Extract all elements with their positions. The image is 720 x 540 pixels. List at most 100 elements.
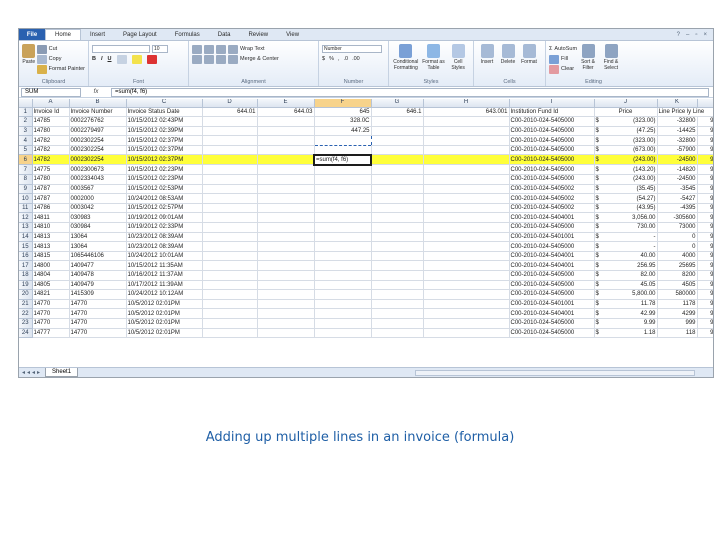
column-header-selected[interactable]: F [314, 99, 372, 108]
cell[interactable]: 9 [697, 251, 713, 262]
cell[interactable] [423, 116, 510, 127]
cell[interactable]: 0002000 [69, 193, 127, 204]
orientation-icon[interactable] [228, 44, 238, 54]
row-header[interactable]: 17 [19, 260, 33, 271]
cell[interactable]: 645 [314, 107, 372, 118]
cell[interactable] [314, 328, 372, 339]
cell[interactable] [257, 154, 315, 166]
cell[interactable]: -24500 [657, 154, 698, 166]
cell[interactable]: 14811 [32, 212, 70, 224]
cell[interactable]: 9 [697, 280, 713, 291]
cell[interactable]: 14800 [32, 260, 70, 271]
column-header[interactable]: G [371, 99, 424, 108]
cell[interactable] [371, 289, 424, 300]
cell[interactable]: $ (243.00) [594, 154, 658, 166]
cell[interactable]: 9 [697, 193, 713, 204]
cell[interactable] [371, 251, 424, 262]
cell[interactable] [257, 126, 315, 137]
cell[interactable] [423, 164, 510, 176]
cell[interactable] [371, 299, 424, 310]
cell[interactable]: 030984 [69, 222, 127, 233]
row-header[interactable]: 15 [19, 241, 33, 252]
cell[interactable] [314, 270, 372, 281]
name-box[interactable]: SUM [21, 87, 81, 97]
cell[interactable]: 10/5/2012 02:01PM [126, 328, 203, 339]
cell[interactable]: 0002302254 [69, 135, 127, 146]
column-header[interactable]: H [423, 99, 510, 108]
cell[interactable]: $256.95 [594, 260, 658, 271]
cell[interactable] [202, 193, 258, 204]
cell[interactable]: 14821 [32, 289, 70, 300]
cell[interactable]: $9.99 [594, 318, 658, 329]
cell[interactable] [314, 289, 372, 300]
italic-icon[interactable]: I [101, 56, 103, 62]
cell[interactable] [423, 270, 510, 281]
align-middle-icon[interactable] [204, 44, 214, 54]
cell[interactable] [423, 193, 510, 204]
cell[interactable] [202, 212, 258, 224]
cell[interactable]: 9 [697, 116, 713, 127]
cell[interactable] [423, 222, 510, 233]
cell[interactable]: 25695 [657, 260, 698, 271]
cell[interactable]: 14770 [32, 308, 70, 319]
cell[interactable]: C00-2010-024-5405000 [509, 270, 595, 281]
cell[interactable]: 14780 [32, 174, 70, 185]
cell[interactable]: 4505 [657, 280, 698, 291]
cell[interactable] [202, 184, 258, 195]
row-header[interactable]: 20 [19, 289, 33, 300]
cell[interactable]: 10/16/2012 11:37AM [126, 270, 203, 281]
cell[interactable]: 0002302254 [69, 154, 127, 166]
row-header[interactable]: 21 [19, 299, 33, 310]
cell[interactable] [314, 308, 372, 319]
cell[interactable]: 999 [657, 318, 698, 329]
cell[interactable]: 1415309 [69, 289, 127, 300]
row-header[interactable]: 8 [19, 174, 33, 185]
row-header[interactable]: 9 [19, 184, 33, 195]
cell[interactable]: 9 [697, 289, 713, 300]
cell[interactable] [423, 184, 510, 195]
cell[interactable]: 14785 [32, 116, 70, 127]
cell[interactable] [371, 174, 424, 185]
indent-icon[interactable] [228, 54, 238, 64]
cell[interactable] [257, 289, 315, 300]
cell[interactable]: -3545 [657, 184, 698, 195]
cell[interactable] [257, 241, 315, 252]
underline-icon[interactable]: U [108, 56, 112, 62]
cell[interactable]: $730.00 [594, 222, 658, 233]
cell[interactable]: -5427 [657, 193, 698, 204]
column-header[interactable]: D [202, 99, 258, 108]
cell[interactable] [257, 174, 315, 185]
cell[interactable]: 14813 [32, 241, 70, 252]
cell[interactable]: 10/17/2012 11:39AM [126, 280, 203, 291]
cell[interactable]: 14770 [32, 318, 70, 329]
cut-button[interactable]: Cut [36, 44, 85, 54]
sheet-nav-arrows[interactable]: ◂◂◂▸ [19, 369, 45, 376]
cell[interactable]: 14780 [32, 126, 70, 137]
cell[interactable] [423, 212, 510, 224]
cell[interactable] [202, 164, 258, 176]
cell[interactable] [257, 270, 315, 281]
cell[interactable]: 9 [697, 308, 713, 319]
cell[interactable] [423, 280, 510, 291]
cell[interactable]: 1409478 [69, 270, 127, 281]
cell[interactable]: $1.18 [594, 328, 658, 339]
cell[interactable] [257, 164, 315, 176]
cell[interactable] [314, 318, 372, 329]
fill-color-icon[interactable] [131, 54, 142, 64]
row-header[interactable]: 4 [19, 135, 33, 146]
cell[interactable]: 0002302254 [69, 145, 127, 156]
format-painter-button[interactable]: Format Painter [36, 64, 85, 74]
cell[interactable]: 0003567 [69, 184, 127, 195]
cell[interactable]: C00-2010-024-5404001 [509, 212, 595, 224]
cell[interactable]: 10/19/2012 02:33PM [126, 222, 203, 233]
row-header[interactable]: 24 [19, 328, 33, 339]
row-header[interactable]: 3 [19, 126, 33, 137]
cell[interactable]: 14770 [69, 328, 127, 339]
cell[interactable]: 447.25 [314, 126, 372, 137]
cell[interactable] [423, 308, 510, 319]
column-header[interactable]: C [126, 99, 203, 108]
cell[interactable]: 0003042 [69, 203, 127, 214]
cell[interactable] [371, 308, 424, 319]
cell[interactable]: 10/15/2012 02:43PM [126, 116, 203, 127]
help-icon[interactable]: ? [677, 32, 680, 38]
